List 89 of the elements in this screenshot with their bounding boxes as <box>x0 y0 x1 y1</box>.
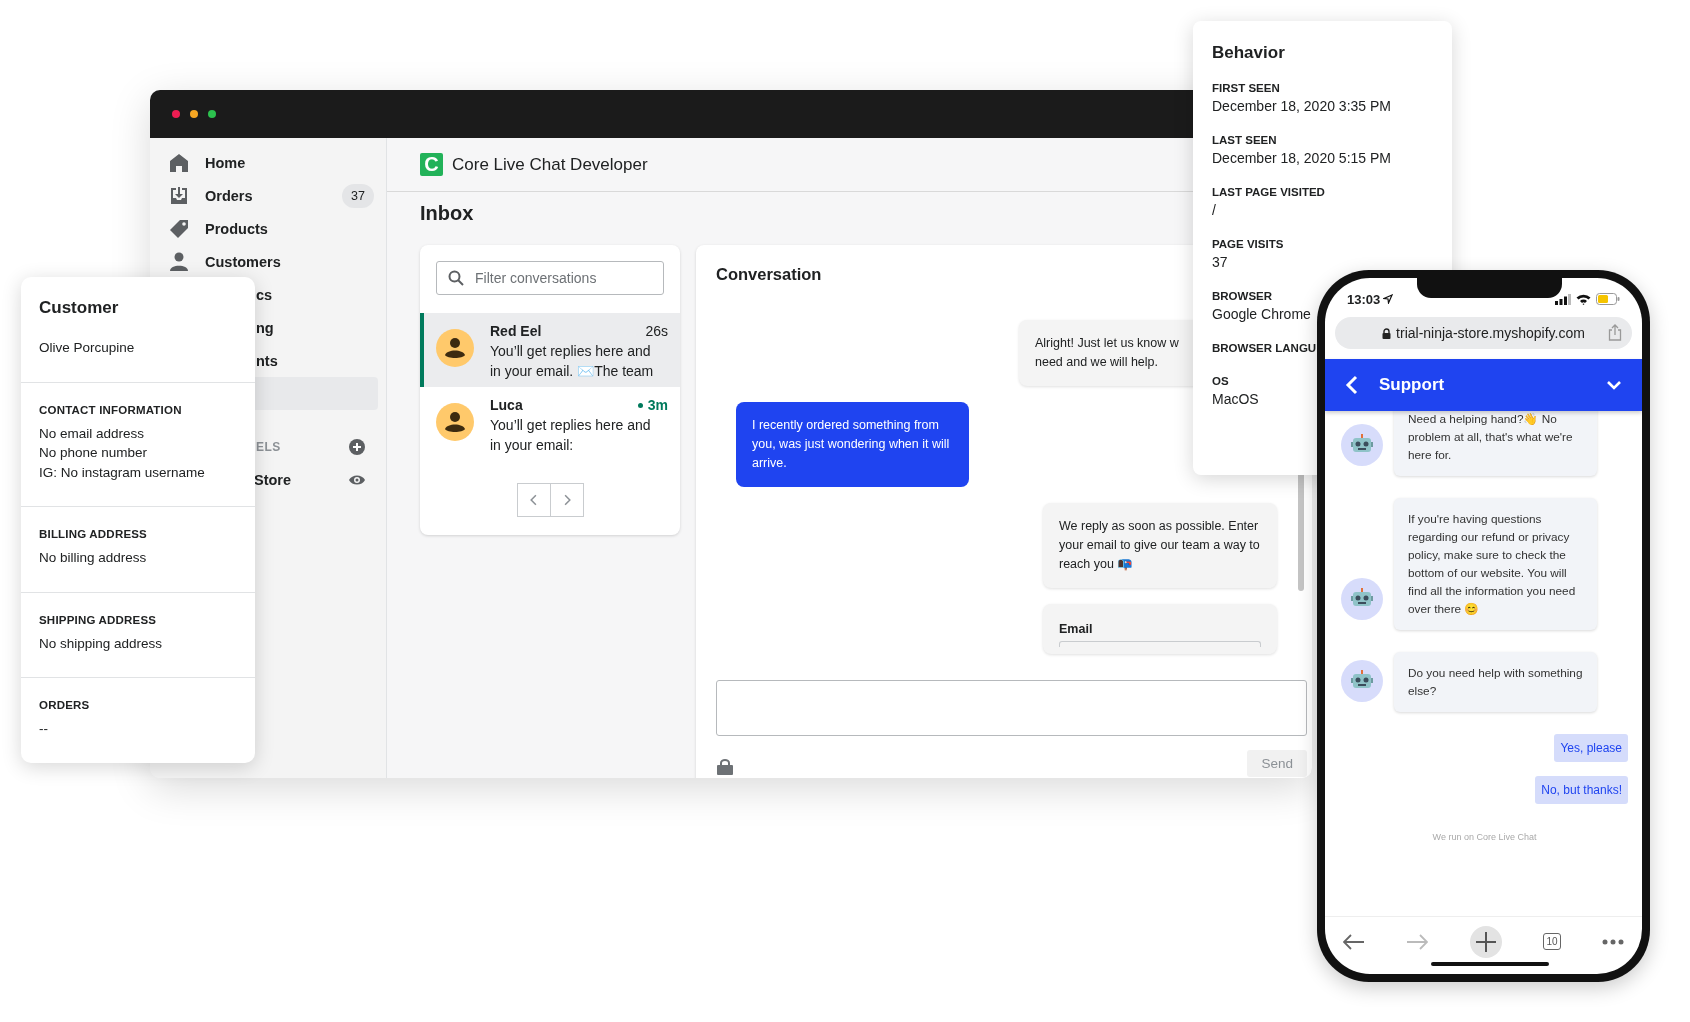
field-label: PAGE VISITS <box>1212 237 1284 252</box>
robot-icon <box>1341 578 1383 620</box>
section-heading: BILLING ADDRESS <box>39 528 148 540</box>
person-icon <box>168 250 190 273</box>
avatar-icon <box>436 403 474 441</box>
message-text: Alright! Just let us know w need and we will help. <box>1035 335 1179 371</box>
page-title: Inbox <box>420 202 474 226</box>
search-icon <box>448 270 464 286</box>
field-label: BROWSER <box>1212 289 1273 304</box>
new-tab-icon[interactable] <box>1469 925 1502 958</box>
field-value: No phone number <box>39 444 149 462</box>
field-value: December 18, 2020 3:35 PM <box>1212 97 1391 116</box>
field-value: IG: No instagram username <box>39 463 206 482</box>
robot-icon <box>1341 660 1383 702</box>
url-text: trial-ninja-store.myshopify.com <box>1396 325 1585 341</box>
section-heading: ELS <box>256 440 281 454</box>
address-bar[interactable]: trial-ninja-store.myshopify.com <box>1335 317 1632 349</box>
message-bubble: If you're having questions regarding our refund or privacy policy, make sure to check the bottom of our website. You will find all the information you need over there 😊 <box>1394 498 1597 630</box>
chevron-down-icon[interactable] <box>1606 380 1622 390</box>
field-value: 37 <box>1212 253 1228 272</box>
wifi-icon <box>1576 293 1591 305</box>
signal-icon <box>1555 293 1571 305</box>
location-arrow-icon <box>1383 294 1394 304</box>
back-chevron-icon[interactable] <box>1345 375 1359 395</box>
field-value: No billing address <box>39 549 148 567</box>
conversation-item[interactable]: Red Eel 26s You’ll get replies here and in your email. ✉The team <box>420 313 680 387</box>
inbox-download-icon <box>168 184 190 207</box>
message-preview: You’ll get replies here and in your email: <box>490 416 652 455</box>
section-heading: SHIPPING ADDRESS <box>39 613 158 626</box>
section-heading: ORDERS <box>39 699 91 711</box>
panel-title: Conversation <box>716 265 822 285</box>
contact-name: Red Eel <box>490 322 542 341</box>
lock-icon <box>1382 327 1392 339</box>
count-badge: 37 <box>342 183 374 208</box>
sidebar-item[interactable]: cs <box>255 278 386 311</box>
field-label: LAST PAGE VISITED <box>1212 185 1325 200</box>
more-icon[interactable] <box>1602 938 1624 945</box>
quick-reply-button[interactable]: No, but thanks! <box>1535 776 1628 804</box>
sidebar-item[interactable]: nts <box>255 344 386 377</box>
field-label: FIRST SEEN <box>1212 81 1280 96</box>
field-value: Google Chrome <box>1212 305 1311 324</box>
conversation-item[interactable]: Luca 3m You’ll get replies here and in your email: <box>420 387 680 461</box>
field-label: OS <box>1212 374 1229 389</box>
field-value: December 18, 2020 5:15 PM <box>1212 149 1391 168</box>
sidebar-item[interactable]: Customers <box>150 245 386 278</box>
home-icon <box>168 151 190 174</box>
add-icon[interactable] <box>348 438 366 456</box>
field-value: No email address <box>39 424 146 443</box>
message-input[interactable] <box>716 680 1307 736</box>
robot-icon <box>1341 424 1383 466</box>
avatar-icon <box>436 329 474 367</box>
input-field[interactable] <box>1059 641 1261 647</box>
tab-count-button[interactable]: 10 <box>1543 933 1561 950</box>
sidebar-item[interactable]: ng <box>255 311 386 344</box>
timestamp: 3m <box>647 396 668 415</box>
back-arrow-icon[interactable] <box>1343 933 1365 950</box>
contact-name: Luca <box>490 396 523 415</box>
sidebar-item[interactable]: Store <box>254 472 292 488</box>
field-value: MacOS <box>1212 390 1259 409</box>
message-text: I recently ordered something from you, was just wondering when it will arrive. <box>752 417 951 472</box>
section-heading: CONTACT INFORMATION <box>39 403 183 416</box>
message-bubble: Do you need help with something else? <box>1394 652 1597 712</box>
card-title: Behavior <box>1212 43 1286 63</box>
app-title: Core Live Chat Developer <box>452 154 648 175</box>
battery-icon <box>1596 293 1620 305</box>
window-controls-icon[interactable] <box>171 109 217 119</box>
sidebar-item[interactable]: Home <box>150 146 386 179</box>
timestamp: 26s <box>645 322 668 341</box>
field-label: Email <box>1059 621 1094 638</box>
field-label: BROWSER LANGU <box>1212 341 1317 356</box>
tag-icon <box>168 217 190 240</box>
message-text: We reply as soon as possible. Enter your email to give our team a way to reach you 📭 <box>1059 518 1261 573</box>
message-preview: You’ll get replies here and in your email. ✉The team <box>490 342 655 381</box>
field-label: LAST SEEN <box>1212 133 1277 148</box>
field-value: No shipping address <box>39 634 164 653</box>
card-title: Customer <box>39 298 120 318</box>
sidebar-item[interactable]: Orders 37 <box>150 179 386 212</box>
field-value: -- <box>39 720 49 738</box>
message-bubble: Need a helping hand?👋 No problem at all, that's what we're here for. <box>1394 411 1597 476</box>
footer-text: We run on Core Live Chat <box>1432 832 1537 842</box>
quick-reply-button[interactable]: Yes, please <box>1554 734 1628 762</box>
app-logo: C <box>420 153 443 176</box>
clock-text: 13:03 <box>1347 291 1381 307</box>
field-value: / <box>1212 201 1216 220</box>
customer-name: Olive Porcupine <box>39 339 136 357</box>
eye-icon[interactable] <box>348 474 366 486</box>
search-field[interactable]: Filter conversations <box>436 261 664 295</box>
sidebar-item[interactable]: Products <box>150 212 386 245</box>
chat-title: Support <box>1379 375 1446 395</box>
